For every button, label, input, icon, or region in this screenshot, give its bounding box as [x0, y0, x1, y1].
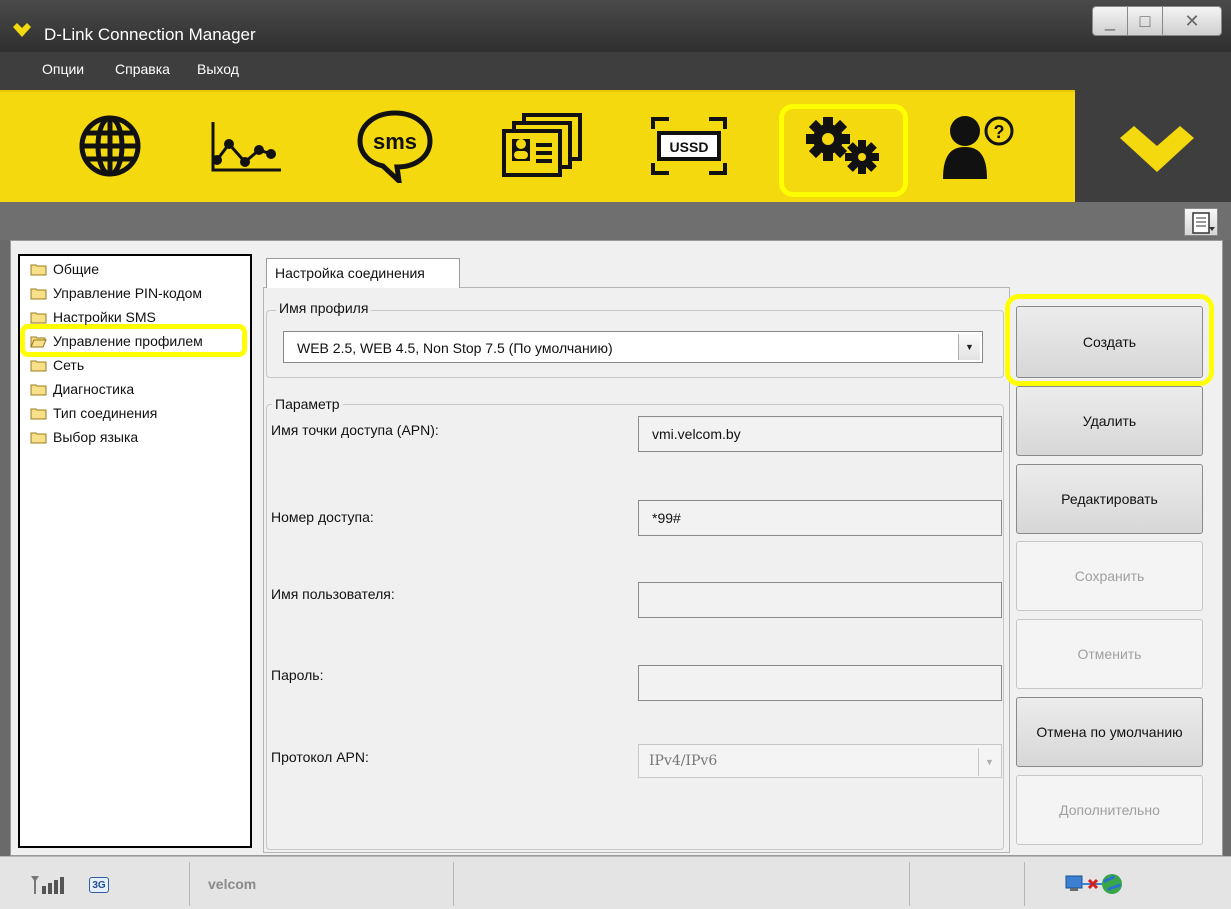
sms-icon: sms — [357, 110, 433, 183]
status-divider — [1024, 862, 1025, 906]
tree-item-label: Управление PIN-кодом — [53, 285, 203, 301]
username-label: Имя пользователя: — [271, 586, 395, 602]
statistics-chart-icon — [211, 122, 281, 172]
layout-toggle-button[interactable] — [1184, 208, 1218, 236]
password-label: Пароль: — [271, 667, 324, 683]
settings-highlight — [779, 104, 908, 197]
apn-field[interactable]: vmi.velcom.by — [638, 416, 1002, 452]
menu-options[interactable]: Опции — [42, 61, 84, 77]
folder-icon — [30, 287, 47, 300]
folder-icon — [30, 359, 47, 372]
sms-icon-text: sms — [373, 129, 417, 154]
chevron-down-icon[interactable]: ▼ — [978, 748, 1000, 776]
folder-icon — [30, 311, 47, 324]
tree-item-sms[interactable]: Настройки SMS — [30, 306, 156, 328]
close-button[interactable]: ✕ — [1162, 6, 1222, 36]
ussd-icon: USSD — [651, 117, 727, 175]
menu-bar — [0, 52, 1231, 90]
status-divider — [909, 862, 910, 906]
tree-item-network[interactable]: Сеть — [30, 354, 84, 376]
apn-protocol-label: Протокол APN: — [271, 749, 369, 765]
tree-item-label: Тип соединения — [53, 405, 158, 421]
operator-name: velcom — [208, 876, 257, 892]
sub-toolbar — [0, 202, 1231, 240]
svg-text:?: ? — [994, 122, 1005, 142]
menu-help[interactable]: Справка — [115, 61, 170, 77]
help-button[interactable]: ? — [922, 100, 1032, 192]
advanced-button[interactable]: Дополнительно — [1016, 775, 1203, 845]
globe-icon — [79, 115, 141, 177]
username-field[interactable] — [638, 582, 1002, 618]
parameter-group-label: Параметр — [272, 396, 343, 412]
tree-item-label: Выбор языка — [53, 429, 139, 445]
tree-item-language[interactable]: Выбор языка — [30, 426, 138, 448]
tab-connection-settings[interactable]: Настройка соединения — [266, 258, 460, 288]
menu-exit[interactable]: Выход — [197, 61, 239, 77]
folder-open-icon — [30, 335, 47, 348]
status-bar — [0, 856, 1231, 909]
internet-button[interactable] — [55, 100, 165, 192]
network-type-badge: 3G — [89, 877, 109, 893]
contacts-button[interactable] — [487, 100, 597, 192]
profile-group-label: Имя профиля — [276, 300, 372, 316]
help-user-icon: ? — [943, 116, 1014, 179]
tree-item-diagnostics[interactable]: Диагностика — [30, 378, 134, 400]
password-field[interactable] — [638, 665, 1002, 701]
access-number-field[interactable]: *99# — [638, 500, 1002, 536]
reset-default-button[interactable]: Отмена по умолчанию — [1016, 697, 1203, 767]
edit-button[interactable]: Редактировать — [1016, 464, 1203, 534]
tree-item-label: Диагностика — [53, 381, 135, 397]
create-button[interactable]: Создать — [1016, 306, 1203, 378]
signal-strength-icon — [30, 874, 68, 897]
folder-icon — [30, 263, 47, 276]
tree-item-label: Управление профилем — [53, 333, 203, 349]
tree-item-label: Общие — [53, 261, 100, 277]
folder-icon — [30, 431, 47, 444]
folder-icon — [30, 407, 47, 420]
chevron-down-icon[interactable]: ▼ — [958, 334, 980, 360]
tree-item-profile[interactable]: Управление профилем — [30, 330, 203, 352]
window-title: D-Link Connection Manager — [44, 25, 256, 44]
ussd-icon-text: USSD — [670, 139, 709, 155]
connection-status-icon[interactable] — [1064, 872, 1124, 899]
save-button[interactable]: Сохранить — [1016, 541, 1203, 611]
document-list-icon — [1192, 212, 1215, 234]
maximize-button[interactable]: □ — [1127, 6, 1163, 36]
cancel-button[interactable]: Отменить — [1016, 619, 1203, 689]
tree-item-connection-type[interactable]: Тип соединения — [30, 402, 157, 424]
parameter-group — [266, 404, 1004, 850]
minimize-button[interactable]: _ — [1092, 6, 1128, 36]
main-toolbar — [0, 90, 1231, 202]
status-divider — [189, 862, 190, 906]
profile-select[interactable]: WEB 2.5, WEB 4.5, Non Stop 7.5 (По умолч… — [283, 331, 983, 363]
tree-item-label: Настройки SMS — [53, 309, 156, 325]
folder-icon — [30, 383, 47, 396]
tree-item-pin[interactable]: Управление PIN-кодом — [30, 282, 202, 304]
tree-item-general[interactable]: Общие — [30, 258, 99, 280]
apn-label: Имя точки доступа (APN): — [271, 422, 439, 438]
access-number-label: Номер доступа: — [271, 509, 374, 525]
apn-protocol-select[interactable]: IPv4/IPv6 — [638, 744, 1002, 778]
delete-button[interactable]: Удалить — [1016, 386, 1203, 456]
tree-item-label: Сеть — [53, 357, 85, 373]
dlink-logo-icon — [12, 22, 32, 41]
ussd-button[interactable]: USSD — [634, 100, 744, 192]
sms-button[interactable]: sms — [340, 100, 450, 192]
statistics-button[interactable] — [190, 100, 300, 192]
contacts-cards-icon — [502, 113, 582, 177]
dlink-heart-logo-icon — [1118, 124, 1196, 177]
status-divider — [453, 862, 454, 906]
